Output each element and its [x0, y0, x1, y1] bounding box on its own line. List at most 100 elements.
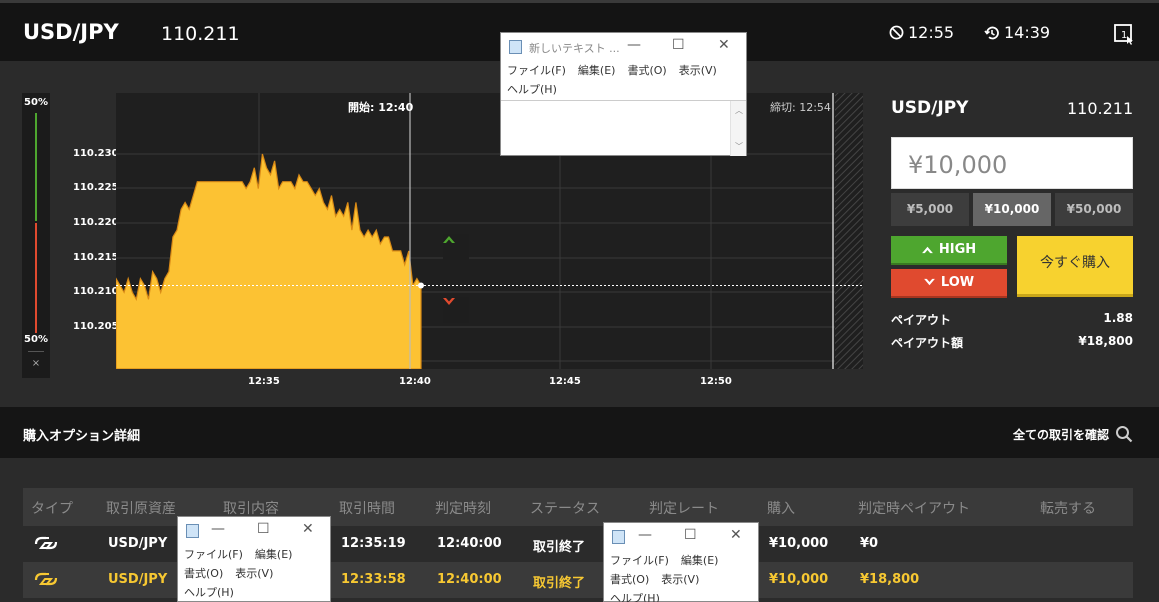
row-buy: ¥10,000 [769, 536, 829, 551]
row-time: 12:33:58 [341, 572, 406, 587]
row-asset: USD/JPY [108, 536, 168, 551]
menu-view[interactable]: 表示(V) [661, 573, 699, 586]
menu-format[interactable]: 書式(O) [610, 573, 649, 586]
clock2-label: 14:39 [1004, 23, 1051, 42]
maximize-button[interactable]: ☐ [684, 527, 697, 543]
menu-edit[interactable]: 編集(E) [681, 554, 719, 567]
low-label: LOW [940, 275, 975, 290]
notepad-titlebar[interactable]: 新しいテキスト ... — ☐ ✕ [501, 33, 746, 61]
close-button[interactable]: ✕ [718, 37, 730, 53]
timer-off-icon [889, 25, 904, 40]
svg-text:1: 1 [1121, 30, 1127, 41]
col-asset: 取引原資産 [106, 501, 176, 517]
menu-file[interactable]: ファイル(F) [610, 554, 669, 567]
scroll-up-icon[interactable]: ︿ [735, 105, 743, 116]
chart-svg [116, 93, 863, 369]
menu-edit[interactable]: 編集(E) [255, 548, 293, 561]
quick-amount-5000[interactable]: ¥5,000 [891, 193, 969, 226]
start-label: 開始: 12:40 [348, 101, 414, 114]
col-payout: 判定時ペイアウト [858, 501, 970, 517]
minimize-button[interactable]: — [211, 521, 225, 537]
amount-input[interactable]: ¥10,000 [891, 137, 1133, 189]
menu-help[interactable]: ヘルプ(H) [184, 586, 234, 599]
high-button[interactable]: HIGH [891, 236, 1007, 265]
minimize-button[interactable]: — [638, 527, 652, 543]
notepad-titlebar[interactable]: — ☐ ✕ [604, 523, 758, 551]
col-type: タイプ [31, 501, 73, 517]
server-time: 14:39 [984, 23, 1050, 42]
y-tick: 110.210 [73, 286, 119, 297]
quick-amount-50000[interactable]: ¥50,000 [1055, 193, 1133, 226]
maximize-button[interactable]: ☐ [672, 37, 685, 53]
view-all-trades-link[interactable]: 全ての取引を確認 [1013, 425, 1133, 443]
high-label: HIGH [938, 242, 977, 257]
menu-help[interactable]: ヘルプ(H) [507, 83, 557, 96]
payout-value: 1.88 [1103, 311, 1133, 325]
panel-rate: 110.211 [1067, 99, 1134, 118]
detail-title: 購入オプション詳細 [23, 429, 141, 444]
low-ratio: 50% [24, 334, 48, 345]
notepad-title: 新しいテキスト ... [529, 42, 620, 55]
notepad-window[interactable]: — ☐ ✕ ファイル(F) 編集(E) 書式(O) 表示(V) ヘルプ(H) [177, 516, 331, 602]
menu-help[interactable]: ヘルプ(H) [610, 592, 660, 602]
asset-pair: USD/JPY [23, 20, 119, 44]
col-status: ステータス [530, 501, 600, 517]
payout-label: ペイアウト [891, 313, 952, 327]
notepad-text-area[interactable]: ︿ ﹀ [501, 100, 746, 156]
notepad-menubar: ファイル(F) 編集(E) [604, 551, 758, 570]
menu-format[interactable]: 書式(O) [184, 567, 223, 580]
minimize-button[interactable]: — [627, 37, 641, 53]
row-asset: USD/JPY [108, 572, 168, 587]
view-all-label: 全ての取引を確認 [1013, 427, 1110, 442]
current-rate-dot [418, 282, 424, 289]
notepad-window[interactable]: — ☐ ✕ ファイル(F) 編集(E) 書式(O) 表示(V) ヘルプ(H) [603, 522, 759, 602]
col-buy: 購入 [767, 501, 795, 517]
y-tick: 110.215 [73, 252, 119, 263]
row-judge: 12:40:00 [437, 572, 502, 587]
price-chart[interactable]: 開始: 12:40 締切: 12:54 [116, 93, 863, 369]
x-tick: 12:45 [549, 376, 581, 387]
close-button[interactable]: ✕ [730, 527, 742, 543]
col-resell: 転売する [1040, 501, 1096, 517]
quick-amount-10000[interactable]: ¥10,000 [973, 193, 1051, 226]
binary-type-icon [34, 572, 58, 586]
low-marker [443, 297, 469, 323]
search-icon [1116, 426, 1133, 443]
notepad-window[interactable]: 新しいテキスト ... — ☐ ✕ ファイル(F) 編集(E) 書式(O) 表示(V)… [500, 32, 747, 156]
notepad-titlebar[interactable]: — ☐ ✕ [178, 517, 330, 545]
notepad-menubar-2: 書式(O) 表示(V) [178, 564, 330, 583]
one-click-icon[interactable]: 1 [1113, 23, 1135, 49]
low-arrow-icon [443, 298, 455, 305]
notepad-menubar: ファイル(F) 編集(E) 書式(O) 表示(V) [501, 61, 746, 80]
scrollbar[interactable]: ︿ ﹀ [730, 101, 746, 156]
menu-file[interactable]: ファイル(F) [184, 548, 243, 561]
closed-region [835, 93, 863, 369]
menu-view[interactable]: 表示(V) [235, 567, 273, 580]
payout-amount-label: ペイアウト額 [891, 336, 964, 350]
menu-edit[interactable]: 編集(E) [578, 64, 616, 77]
high-marker [443, 234, 469, 260]
high-ratio: 50% [24, 97, 48, 108]
menu-file[interactable]: ファイル(F) [507, 64, 566, 77]
menu-format[interactable]: 書式(O) [627, 64, 666, 77]
menu-view[interactable]: 表示(V) [679, 64, 717, 77]
row-judge: 12:40:00 [437, 536, 502, 551]
low-ratio-bar [35, 223, 37, 333]
close-button[interactable]: ✕ [302, 521, 314, 537]
panel-asset-pair: USD/JPY [891, 98, 969, 118]
col-judge: 判定時刻 [435, 501, 491, 517]
maximize-button[interactable]: ☐ [257, 521, 270, 537]
payout-amount-row: ペイアウト額 ¥18,800 [891, 334, 1133, 351]
y-tick: 110.225 [73, 182, 119, 193]
high-arrow-icon [443, 236, 455, 243]
buy-now-button[interactable]: 今すぐ購入 [1017, 236, 1133, 297]
detail-header: 購入オプション詳細 全ての取引を確認 [0, 407, 1159, 458]
y-tick: 110.230 [73, 148, 119, 159]
low-button[interactable]: LOW [891, 269, 1007, 298]
col-content: 取引内容 [223, 501, 279, 517]
close-label: 締切: 12:54 [770, 101, 831, 114]
close-ratio-icon[interactable]: × [22, 358, 50, 369]
divider [28, 351, 44, 352]
scroll-down-icon[interactable]: ﹀ [735, 141, 743, 152]
col-rate: 判定レート [649, 501, 719, 517]
